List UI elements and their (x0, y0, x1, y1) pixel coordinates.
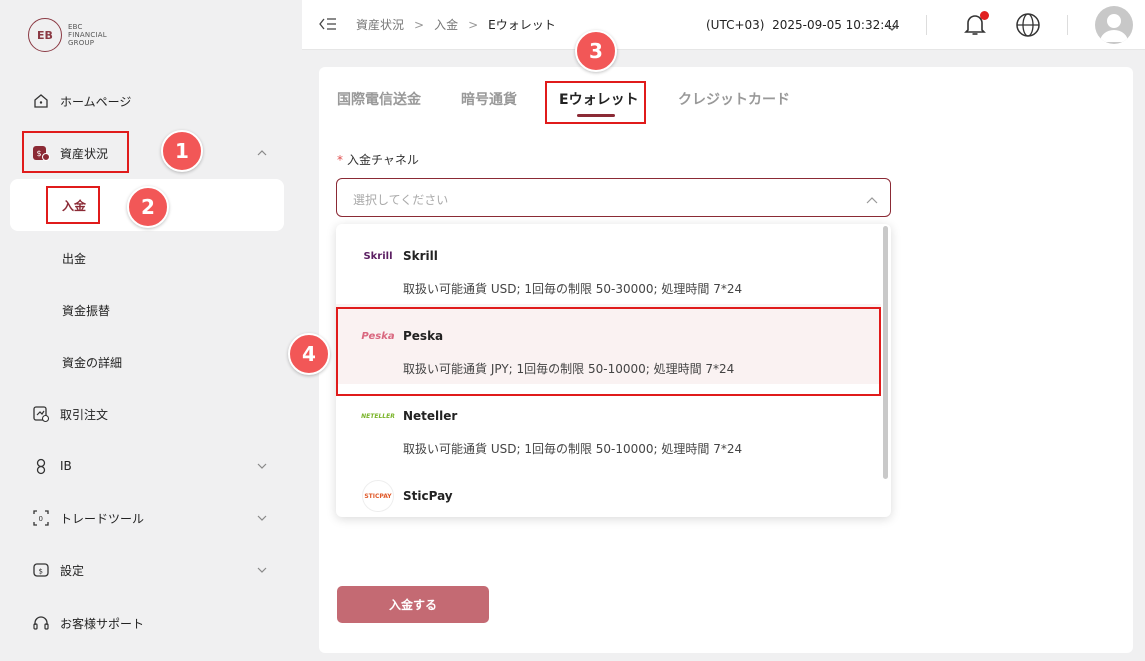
logo-text: EBC FINANCIAL GROUP (68, 23, 107, 47)
sidebar-item-label: IB (60, 459, 72, 473)
option-skrill[interactable]: Skrill Skrill 取扱い可能通貨 USD; 1回毎の制限 50-300… (336, 224, 881, 304)
annotation-box-peska (336, 307, 881, 396)
step-badge-3: 3 (575, 30, 617, 72)
notification-dot (980, 11, 989, 20)
breadcrumb-item[interactable]: 入金 (434, 16, 458, 33)
option-description: 取扱い可能通貨 USD; 1回毎の制限 50-10000; 処理時間 7*24 (403, 442, 743, 456)
required-mark: * (337, 153, 343, 167)
timezone-datetime[interactable]: (UTC+03) 2025-09-05 10:32:44 (706, 18, 900, 32)
sidebar-subitem-label: 資金の詳細 (62, 355, 123, 370)
sidebar-item-label: 設定 (60, 563, 85, 578)
header-divider (1067, 15, 1068, 35)
channel-label-text: 入金チャネル (347, 153, 419, 167)
brand-logo[interactable]: EB EBC FINANCIAL GROUP (28, 18, 107, 52)
svg-text:0: 0 (39, 515, 43, 523)
logo-line: GROUP (68, 39, 95, 47)
svg-text:$: $ (39, 568, 43, 576)
chevron-up-icon (256, 147, 268, 159)
top-header: 資産状況 > 入金 > Eウォレット (UTC+03) 2025-09-05 1… (302, 0, 1145, 50)
channel-select[interactable]: 選択してください (336, 178, 891, 217)
breadcrumb: 資産状況 > 入金 > Eウォレット (356, 16, 556, 33)
dropdown-scrollbar[interactable] (883, 226, 888, 479)
option-neteller[interactable]: NETELLER Neteller 取扱い可能通貨 USD; 1回毎の制限 50… (336, 384, 881, 464)
annotation-box-ewallet-tab (545, 81, 646, 124)
home-icon (32, 92, 50, 110)
chevron-down-icon (256, 460, 268, 472)
sidebar-subitem-funds-detail[interactable]: 資金の詳細 (10, 336, 284, 388)
chevron-down-icon (256, 512, 268, 524)
sidebar-item-settings[interactable]: $ 設定 (0, 548, 302, 592)
header-divider (926, 15, 927, 35)
select-placeholder: 選択してください (353, 193, 449, 207)
sidebar-item-home[interactable]: ホームページ (0, 79, 302, 123)
option-name: SticPay (403, 489, 453, 503)
tools-icon: 0 (32, 509, 50, 527)
sidebar-item-orders[interactable]: 取引注文 (0, 392, 302, 436)
breadcrumb-item[interactable]: 資産状況 (356, 16, 404, 33)
tab-wire-transfer[interactable]: 国際電信送金 (337, 89, 421, 109)
annotation-box-deposit (46, 186, 100, 224)
step-badge-2: 2 (127, 186, 169, 228)
sticpay-logo: STICPAY (362, 480, 394, 512)
chevron-down-icon[interactable] (886, 18, 898, 31)
logo-line: EBC (68, 23, 83, 31)
sidebar-item-tools[interactable]: 0 トレードツール (0, 496, 302, 540)
chevron-down-icon (256, 564, 268, 576)
sidebar-item-label: 取引注文 (60, 407, 109, 422)
logo-mark: EB (28, 18, 62, 52)
orders-icon (32, 405, 50, 423)
chevron-up-icon (866, 192, 878, 204)
breadcrumb-separator: > (468, 17, 479, 32)
settings-icon: $ (32, 561, 50, 579)
logo-line: FINANCIAL (68, 31, 107, 39)
sidebar-item-label: ホームページ (60, 94, 132, 109)
tab-credit-card[interactable]: クレジットカード (678, 89, 790, 109)
option-sticpay[interactable]: STICPAY SticPay (336, 464, 881, 517)
sidebar-subitem-label: 資金振替 (62, 303, 111, 318)
neteller-logo: NETELLER (361, 412, 395, 420)
collapse-icon[interactable] (318, 15, 338, 33)
step-badge-4: 4 (288, 333, 330, 375)
sidebar-subitem-transfer[interactable]: 資金振替 (10, 284, 284, 336)
deposit-submit-button[interactable]: 入金する (337, 586, 489, 623)
globe-icon[interactable] (1015, 12, 1041, 38)
channel-label: * 入金チャネル (337, 151, 419, 168)
sidebar-item-ib[interactable]: IB (0, 444, 302, 488)
option-name: Skrill (403, 249, 438, 263)
sidebar-subitem-withdraw[interactable]: 出金 (10, 232, 284, 284)
skrill-logo: Skrill (363, 250, 393, 262)
sidebar: EB EBC FINANCIAL GROUP ホームページ $ 資産状況 入金 … (0, 0, 302, 661)
option-description: 取扱い可能通貨 USD; 1回毎の制限 50-30000; 処理時間 7*24 (403, 282, 743, 296)
breadcrumb-separator: > (414, 17, 425, 32)
avatar-icon[interactable] (1095, 6, 1133, 44)
support-icon (32, 614, 50, 632)
ib-icon (32, 457, 50, 475)
sidebar-item-support[interactable]: お客様サポート (0, 601, 302, 645)
tab-crypto[interactable]: 暗号通貨 (461, 89, 517, 109)
option-name: Neteller (403, 409, 458, 423)
sidebar-item-label: お客様サポート (60, 616, 145, 631)
breadcrumb-current: Eウォレット (488, 18, 556, 32)
annotation-box-assets (22, 131, 129, 173)
sidebar-subitem-label: 出金 (62, 251, 87, 266)
step-badge-1: 1 (161, 130, 203, 172)
sidebar-item-label: トレードツール (60, 511, 145, 526)
